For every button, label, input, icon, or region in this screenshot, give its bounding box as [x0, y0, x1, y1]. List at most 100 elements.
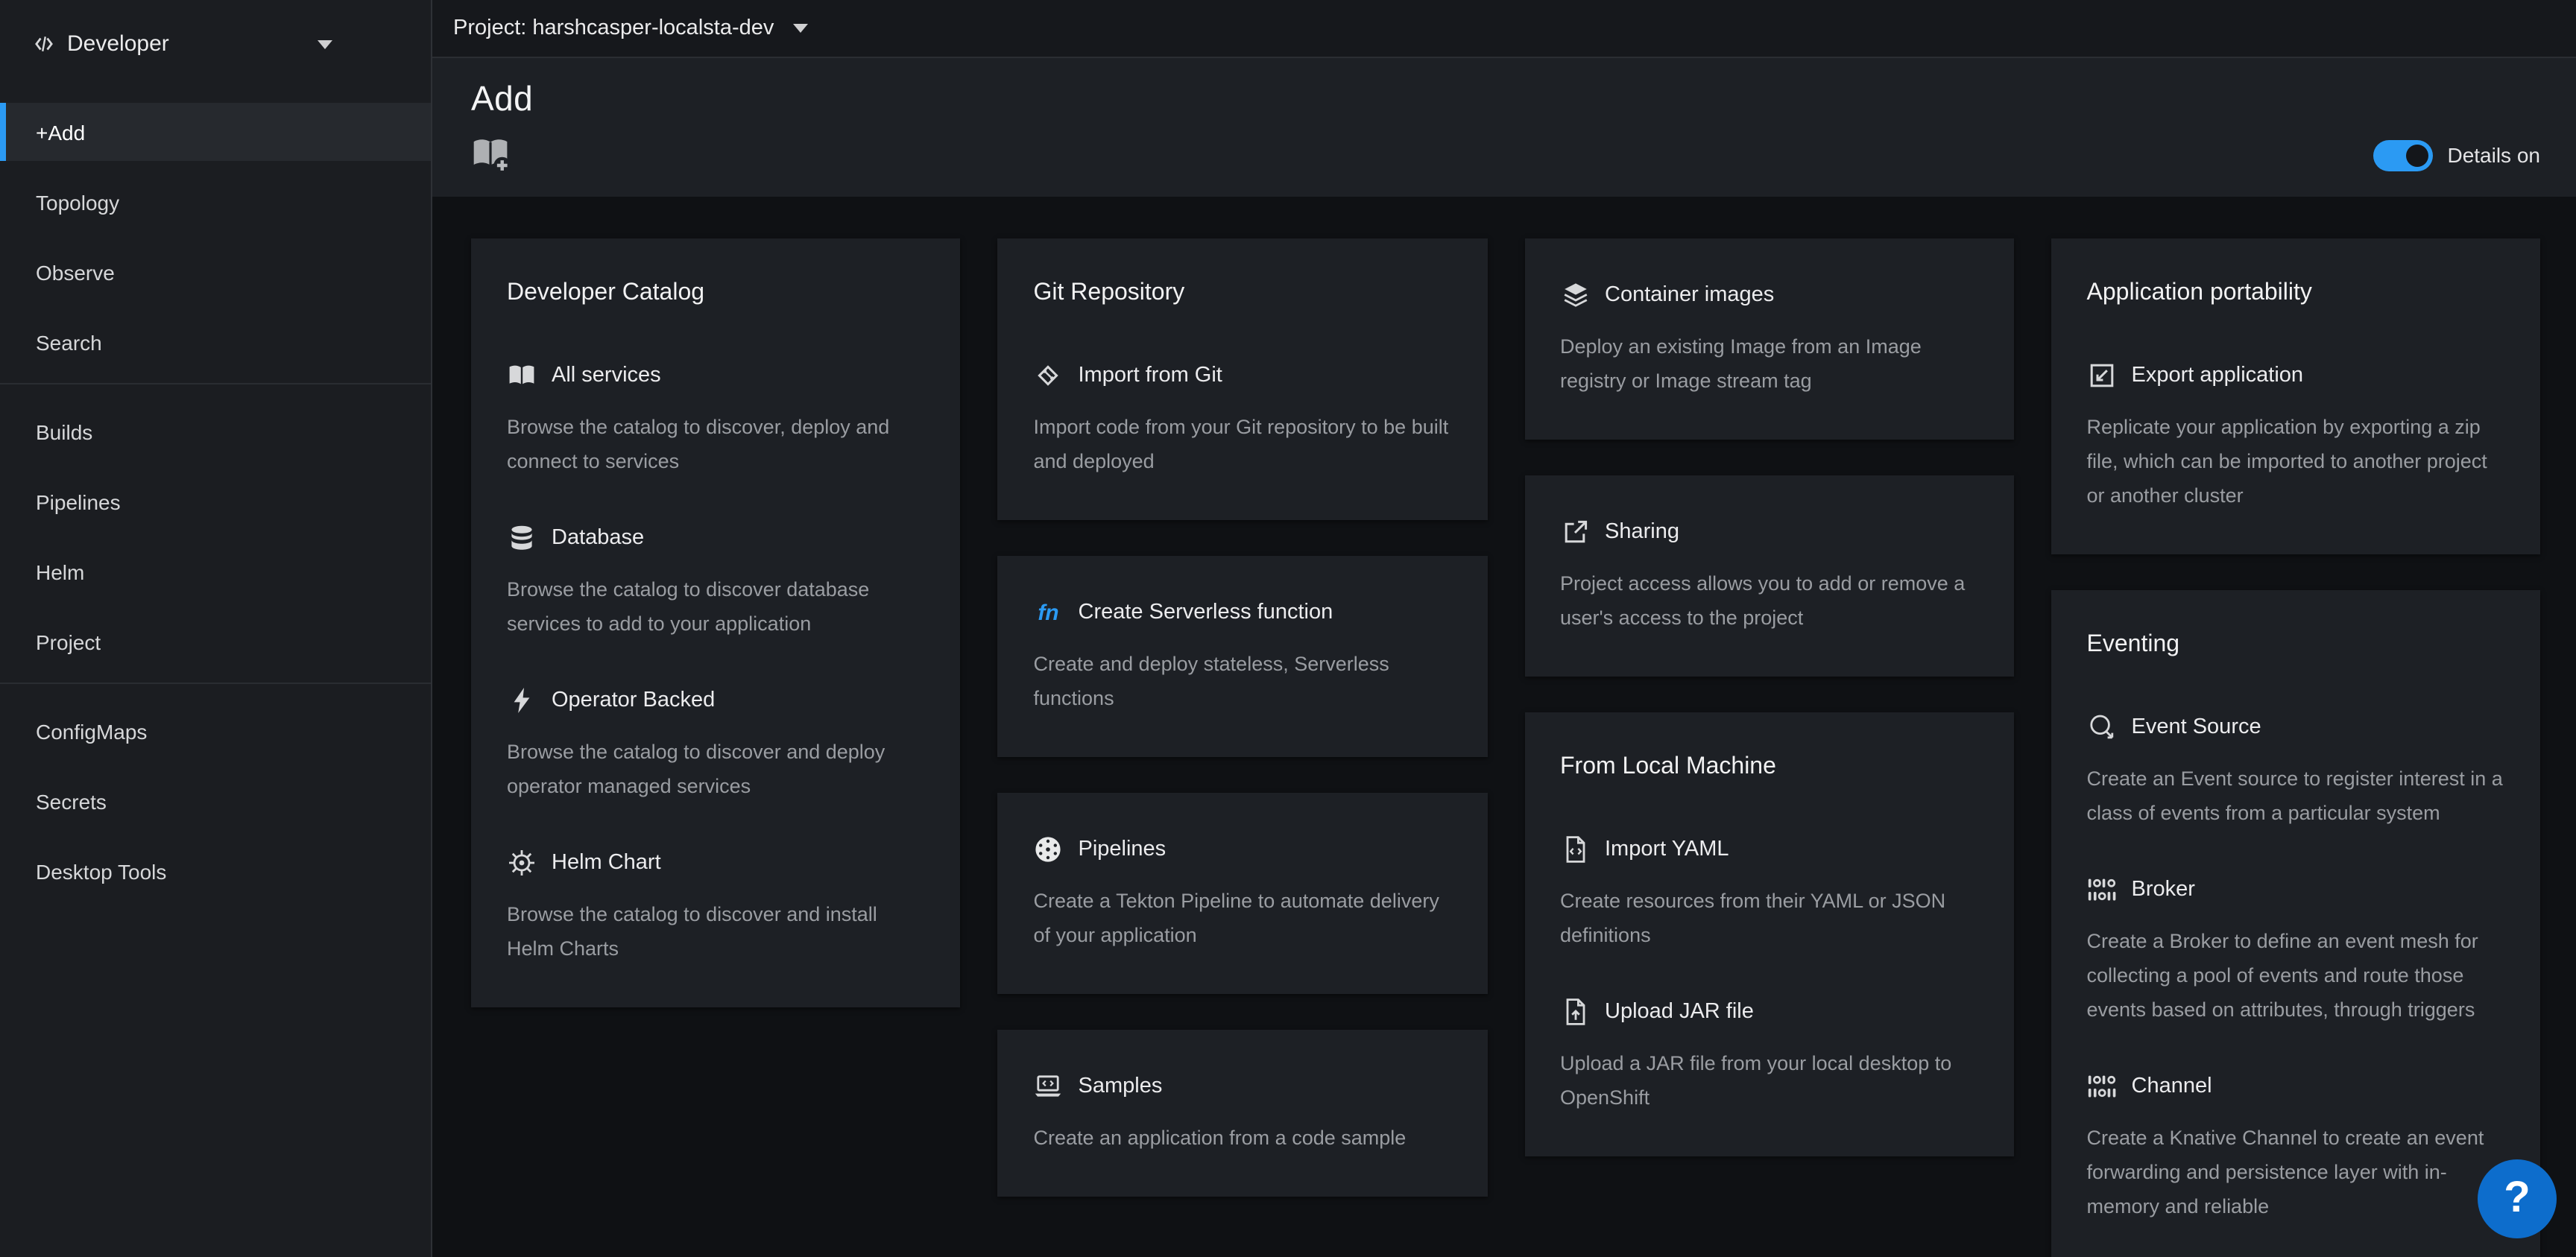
action-head: All services [507, 361, 925, 390]
action-description: Browse the catalog to discover database … [507, 572, 925, 641]
add-action-database[interactable]: Database Browse the catalog to discover d… [507, 523, 925, 641]
add-action-create-serverless-function[interactable]: fn Create Serverless function Create and d… [1034, 598, 1452, 715]
action-title: Import YAML [1605, 838, 1729, 861]
sidebar-item-secrets[interactable]: Secrets [0, 772, 431, 830]
details-toggle-label: Details on [2447, 143, 2540, 167]
action-head: fn Create Serverless function [1034, 598, 1452, 627]
sidebar-item-builds[interactable]: Builds [0, 402, 431, 460]
sidebar-item-desktop-tools[interactable]: Desktop Tools [0, 842, 431, 900]
action-head: Channel [2087, 1071, 2505, 1101]
add-action-broker[interactable]: BrokerCreate a Broker to define an event… [2087, 875, 2505, 1027]
action-description: Create and deploy stateless, Serverless … [1034, 647, 1452, 715]
perspective-label: Developer [67, 31, 169, 57]
sidebar-item-configmaps[interactable]: ConfigMaps [0, 702, 431, 760]
action-head: Container images [1560, 280, 1978, 310]
add-action-channel[interactable]: ChannelCreate a Knative Channel to creat… [2087, 1071, 2505, 1223]
add-action-operator-backed[interactable]: Operator BackedBrowse the catalog to dis… [507, 686, 925, 803]
project-selector[interactable]: Project: harshcasper-localsta-dev [453, 16, 808, 40]
file-upload-icon [1560, 997, 1590, 1027]
sidebar-item-observe[interactable]: Observe [0, 243, 431, 301]
card-column-4: Application portability Export applicatio… [2051, 238, 2541, 1257]
action-description: Project access allows you to add or remo… [1560, 566, 1978, 635]
action-description: Create resources from their YAML or JSON… [1560, 884, 1978, 952]
add-action-pipelines[interactable]: Pipelines Create a Tekton Pipeline to aut… [1034, 835, 1452, 952]
action-description: Browse the catalog to discover, deploy a… [507, 410, 925, 478]
action-description: Import code from your Git repository to … [1034, 410, 1452, 478]
sidebar-item-helm[interactable]: Helm [0, 542, 431, 601]
card-title: Developer Catalog [507, 280, 925, 307]
main-area: Project: harshcasper-localsta-dev Add De… [432, 0, 2576, 1257]
action-description: Create a Tekton Pipeline to automate del… [1034, 884, 1452, 952]
action-description: Replicate your application by exporting … [2087, 410, 2505, 513]
card-title: Application portability [2087, 280, 2505, 307]
app-window: Developer +Add Topology Observe Search Build… [0, 0, 2576, 1257]
file-code-icon [1560, 835, 1590, 864]
helm-icon [507, 848, 537, 878]
broker-icon [2087, 875, 2117, 905]
action-head: Upload JAR file [1560, 997, 1978, 1027]
action-title: Operator Backed [552, 688, 715, 712]
share-icon [1560, 517, 1590, 547]
action-title: Event Source [2132, 715, 2261, 739]
card-title: Eventing [2087, 632, 2505, 659]
perspective-switcher[interactable]: Developer [0, 0, 431, 88]
add-action-samples[interactable]: SamplesCreate an application from a code… [1034, 1071, 1452, 1155]
card-column-1: Developer Catalog All services Browse the … [471, 238, 961, 1007]
bolt-icon [507, 686, 537, 715]
project-selector-label: Project: harshcasper-localsta-dev [453, 16, 774, 40]
add-action-event-source[interactable]: Event Source Create an Event source to re… [2087, 712, 2505, 830]
card-pipelines: Pipelines Create a Tekton Pipeline to aut… [998, 793, 1488, 994]
action-title: Samples [1079, 1074, 1163, 1098]
caret-down-icon [793, 24, 808, 33]
database-icon [507, 523, 537, 553]
fn-icon: fn [1034, 598, 1064, 627]
action-title: Database [552, 526, 644, 550]
add-action-container-images[interactable]: Container images Deploy an existing Image… [1560, 280, 1978, 398]
action-head: Sharing [1560, 517, 1978, 547]
help-button[interactable]: ? [2478, 1159, 2557, 1238]
nav-divider [0, 683, 431, 684]
pipelines-icon [1034, 835, 1064, 864]
card-eventing: Eventing Event Source Create an Event sour… [2051, 590, 2541, 1257]
page-title: Add [471, 79, 2540, 119]
add-action-sharing[interactable]: Sharing Project access allows you to add … [1560, 517, 1978, 635]
card-git-repository: Git RepositoryImport from GitImport code… [998, 238, 1488, 520]
add-action-all-services[interactable]: All services Browse the catalog to discov… [507, 361, 925, 478]
action-description: Create an Event source to register inter… [2087, 762, 2505, 830]
action-head: Export application [2087, 361, 2505, 390]
book-plus-icon[interactable] [471, 136, 511, 174]
card-title: From Local Machine [1560, 754, 1978, 781]
action-description: Deploy an existing Image from an Image r… [1560, 329, 1978, 398]
add-action-export-application[interactable]: Export application Replicate your applica… [2087, 361, 2505, 513]
action-head: Pipelines [1034, 835, 1452, 864]
action-title: Helm Chart [552, 851, 661, 875]
add-action-import-from-git[interactable]: Import from Git Import code from your Git… [1034, 361, 1452, 478]
add-action-upload-jar-file[interactable]: Upload JAR fileUpload a JAR file from yo… [1560, 997, 1978, 1115]
catalog-icon [507, 361, 537, 390]
action-title: Container images [1605, 283, 1774, 307]
action-head: Event Source [2087, 712, 2505, 742]
add-action-import-yaml[interactable]: Import YAML Create resources from their Y… [1560, 835, 1978, 952]
action-head: Import YAML [1560, 835, 1978, 864]
sidebar-item-pipelines[interactable]: Pipelines [0, 472, 431, 531]
details-toggle[interactable] [2373, 139, 2432, 171]
details-toggle-group: Details on [2373, 139, 2540, 171]
git-icon [1034, 361, 1064, 390]
topbar: Project: harshcasper-localsta-dev [432, 0, 2576, 58]
caret-down-icon [318, 40, 332, 49]
sidebar: Developer +Add Topology Observe Search Build… [0, 0, 432, 1257]
card-application-portability: Application portability Export applicatio… [2051, 238, 2541, 554]
card-developer-catalog: Developer Catalog All services Browse the … [471, 238, 961, 1007]
sidebar-item-project[interactable]: Project [0, 612, 431, 671]
action-head: Samples [1034, 1071, 1452, 1101]
sidebar-item-add[interactable]: +Add [0, 103, 431, 161]
action-title: Import from Git [1079, 364, 1222, 387]
add-action-helm-chart[interactable]: Helm ChartBrowse the catalog to discover… [507, 848, 925, 966]
action-title: Create Serverless function [1079, 601, 1333, 624]
sidebar-item-topology[interactable]: Topology [0, 173, 431, 231]
sidebar-item-search[interactable]: Search [0, 313, 431, 371]
action-description: Create a Broker to define an event mesh … [2087, 924, 2505, 1027]
channel-icon [2087, 1071, 2117, 1101]
page-header: Add Details on [432, 58, 2576, 197]
action-title: Pipelines [1079, 838, 1167, 861]
